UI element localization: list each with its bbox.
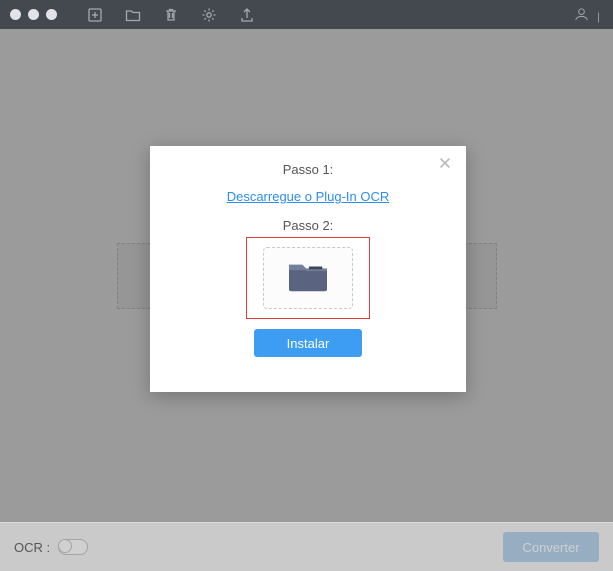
close-icon[interactable]	[438, 156, 454, 172]
ocr-plugin-modal: Passo 1: Descarregue o Plug-In OCR Passo…	[150, 146, 466, 392]
folder-icon[interactable]	[125, 7, 141, 23]
add-file-icon[interactable]	[87, 7, 103, 23]
step2-label: Passo 2:	[168, 218, 448, 233]
titlebar-right	[573, 6, 601, 28]
toggle-knob	[58, 539, 72, 553]
download-ocr-link[interactable]: Descarregue o Plug-In OCR	[168, 189, 448, 204]
window-controls	[10, 9, 57, 20]
folder-large-icon	[285, 257, 331, 300]
ocr-label: OCR :	[14, 540, 50, 555]
footer-bar: OCR : Converter	[0, 522, 613, 571]
install-dropzone[interactable]	[263, 247, 353, 309]
export-icon[interactable]	[239, 7, 255, 23]
install-button[interactable]: Instalar	[254, 329, 362, 357]
titlebar	[0, 0, 613, 29]
minimize-window-button[interactable]	[28, 9, 39, 20]
maximize-window-button[interactable]	[46, 9, 57, 20]
menu-divider-icon	[596, 9, 601, 26]
convert-button[interactable]: Converter	[503, 532, 599, 562]
trash-icon[interactable]	[163, 7, 179, 23]
gear-icon[interactable]	[201, 7, 217, 23]
close-window-button[interactable]	[10, 9, 21, 20]
step1-label: Passo 1:	[168, 162, 448, 177]
toolbar	[87, 7, 255, 23]
account-icon[interactable]	[573, 6, 590, 28]
ocr-toggle[interactable]	[58, 539, 88, 555]
install-dropzone-highlight	[246, 237, 370, 319]
